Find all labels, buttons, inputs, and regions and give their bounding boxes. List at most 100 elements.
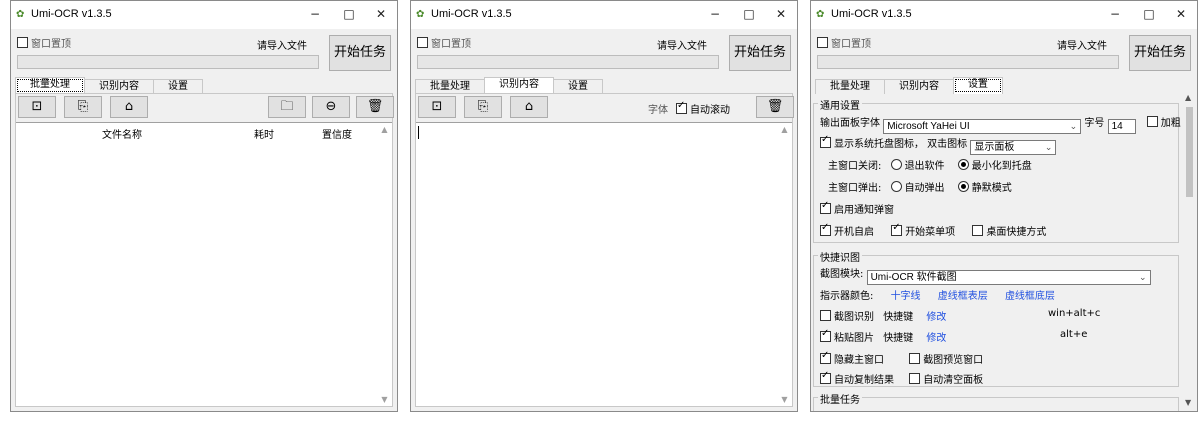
bold-checkbox[interactable]: 加粗 bbox=[1146, 116, 1181, 129]
maximize-button[interactable]: □ bbox=[739, 5, 759, 23]
capture-checkbox[interactable]: 截图识别 bbox=[820, 310, 874, 323]
radio-dot[interactable] bbox=[890, 181, 902, 192]
radio-dot[interactable] bbox=[890, 159, 902, 170]
checkbox-box[interactable] bbox=[17, 37, 28, 48]
checkbox-box[interactable] bbox=[909, 353, 921, 364]
checkbox-box[interactable] bbox=[909, 373, 921, 384]
scroll-down-icon[interactable]: ▼ bbox=[1185, 398, 1191, 407]
tray-action-select[interactable]: 显示面板 ⌄ bbox=[970, 140, 1057, 155]
add-image-button[interactable]: ⊡ bbox=[18, 96, 56, 118]
clear-text-button[interactable]: 🗑 bbox=[756, 96, 794, 118]
startmenu-checkbox[interactable]: 开始菜单项 bbox=[891, 222, 955, 238]
minimize-button[interactable]: − bbox=[705, 5, 725, 23]
vertical-scrollbar[interactable]: ▲ ▼ bbox=[377, 123, 392, 406]
close-button[interactable]: ✕ bbox=[771, 5, 791, 23]
tab-batch[interactable]: 批量处理 bbox=[415, 79, 485, 94]
auto-scroll-checkbox[interactable]: 自动滚动 bbox=[676, 100, 730, 116]
tab-result[interactable]: 识别内容 bbox=[484, 77, 554, 94]
checkbox-box[interactable] bbox=[417, 37, 428, 48]
tab-batch[interactable]: 批量处理 bbox=[15, 77, 85, 94]
font-label[interactable]: 字体 bbox=[648, 101, 668, 116]
vertical-scrollbar[interactable]: ▲ ▼ bbox=[777, 123, 792, 406]
checkbox-box[interactable] bbox=[820, 350, 831, 364]
checkbox-box[interactable] bbox=[820, 134, 831, 148]
radio-exit[interactable]: 退出软件 bbox=[890, 159, 945, 172]
chevron-down-icon[interactable]: ⌄ bbox=[1139, 271, 1147, 284]
add-image-button[interactable]: ⊡ bbox=[418, 96, 456, 118]
file-table[interactable]: 文件名称 耗时 置信度 ▲ ▼ bbox=[16, 122, 392, 406]
start-task-button[interactable]: 开始任务 bbox=[329, 35, 391, 71]
maximize-button[interactable]: □ bbox=[1139, 5, 1159, 23]
modify-paste-link[interactable]: 修改 bbox=[926, 333, 946, 344]
checkbox-box[interactable] bbox=[676, 100, 687, 114]
start-task-button[interactable]: 开始任务 bbox=[729, 35, 791, 71]
paste-button[interactable]: ⎘ bbox=[464, 96, 502, 118]
open-folder-button[interactable]: 🗀 bbox=[268, 96, 306, 118]
minimize-button[interactable]: − bbox=[1105, 5, 1125, 23]
checkbox-box[interactable] bbox=[1146, 116, 1158, 127]
auto-clear-checkbox[interactable]: 自动清空面板 bbox=[909, 373, 983, 386]
result-text-area[interactable]: ▲ ▼ bbox=[416, 122, 792, 406]
tab-settings[interactable]: 设置 bbox=[553, 79, 603, 94]
remove-item-button[interactable]: ⊖ bbox=[312, 96, 350, 118]
radio-dot[interactable] bbox=[957, 159, 969, 170]
paste-button[interactable]: ⎘ bbox=[64, 96, 102, 118]
auto-copy-checkbox[interactable]: 自动复制结果 bbox=[820, 370, 894, 386]
start-task-button[interactable]: 开始任务 bbox=[1129, 35, 1191, 71]
chevron-down-icon[interactable]: ⌄ bbox=[1045, 141, 1053, 154]
font-size-input[interactable]: 14 bbox=[1107, 119, 1136, 134]
modify-capture-link[interactable]: 修改 bbox=[926, 312, 946, 323]
pin-window-checkbox[interactable]: 窗口置顶 bbox=[817, 35, 871, 50]
tray-icon-checkbox[interactable]: 显示系统托盘图标， 双击图标 bbox=[820, 134, 967, 150]
chevron-down-icon[interactable]: ⌄ bbox=[1070, 120, 1078, 133]
link-dash-bottom[interactable]: 虚线框底层 bbox=[1005, 291, 1055, 302]
screenshot-button[interactable]: ⌂ bbox=[510, 96, 548, 118]
hide-main-checkbox[interactable]: 隐藏主窗口 bbox=[820, 350, 884, 366]
paste-checkbox[interactable]: 粘贴图片 bbox=[820, 328, 874, 344]
tab-result[interactable]: 识别内容 bbox=[884, 79, 954, 94]
column-time[interactable]: 耗时 bbox=[254, 126, 274, 141]
preview-checkbox[interactable]: 截图预览窗口 bbox=[909, 353, 983, 366]
checkbox-box[interactable] bbox=[817, 37, 828, 48]
close-button[interactable]: ✕ bbox=[1171, 5, 1191, 23]
scroll-down-icon[interactable]: ▼ bbox=[777, 395, 792, 404]
link-crosshair[interactable]: 十字线 bbox=[891, 291, 921, 302]
checkbox-box[interactable] bbox=[820, 370, 831, 384]
radio-auto-popup[interactable]: 自动弹出 bbox=[890, 181, 945, 194]
toolbar: ⊡ ⎘ ⌂ 字体 自动滚动 🗑 bbox=[416, 94, 794, 122]
pin-window-checkbox[interactable]: 窗口置顶 bbox=[417, 35, 471, 50]
desktop-shortcut-checkbox[interactable]: 桌面快捷方式 bbox=[972, 225, 1046, 238]
checkbox-box[interactable] bbox=[820, 222, 831, 236]
pin-window-checkbox[interactable]: 窗口置顶 bbox=[17, 35, 71, 50]
checkbox-box[interactable] bbox=[820, 310, 831, 321]
clear-list-button[interactable]: 🗑 bbox=[356, 96, 394, 118]
screenshot-button[interactable]: ⌂ bbox=[110, 96, 148, 118]
scroll-thumb[interactable] bbox=[1186, 107, 1193, 197]
maximize-button[interactable]: □ bbox=[339, 5, 359, 23]
minimize-button[interactable]: − bbox=[305, 5, 325, 23]
checkbox-box[interactable] bbox=[891, 222, 903, 236]
scroll-up-icon[interactable]: ▲ bbox=[777, 125, 792, 134]
settings-scrollbar[interactable]: ▲ ▼ bbox=[1182, 93, 1197, 407]
scroll-up-icon[interactable]: ▲ bbox=[1185, 93, 1191, 102]
column-confidence[interactable]: 置信度 bbox=[322, 126, 352, 141]
checkbox-box[interactable] bbox=[820, 328, 831, 342]
checkbox-box[interactable] bbox=[972, 225, 984, 236]
output-font-select[interactable]: Microsoft YaHei UI ⌄ bbox=[883, 119, 1082, 134]
tab-settings[interactable]: 设置 bbox=[953, 77, 1003, 94]
module-select[interactable]: Umi-OCR 软件截图 ⌄ bbox=[866, 270, 1151, 285]
tab-settings[interactable]: 设置 bbox=[153, 79, 203, 94]
scroll-up-icon[interactable]: ▲ bbox=[377, 125, 392, 134]
radio-dot[interactable] bbox=[957, 181, 969, 192]
radio-silent[interactable]: 静默模式 bbox=[957, 181, 1012, 194]
autostart-checkbox[interactable]: 开机自启 bbox=[820, 222, 874, 238]
close-button[interactable]: ✕ bbox=[371, 5, 391, 23]
tab-batch[interactable]: 批量处理 bbox=[815, 79, 885, 94]
link-dash-top[interactable]: 虚线框表层 bbox=[938, 291, 988, 302]
notify-checkbox[interactable]: 启用通知弹窗 bbox=[820, 200, 894, 216]
radio-minimize-tray[interactable]: 最小化到托盘 bbox=[957, 159, 1032, 172]
tab-result[interactable]: 识别内容 bbox=[84, 79, 154, 94]
checkbox-box[interactable] bbox=[820, 200, 831, 214]
scroll-down-icon[interactable]: ▼ bbox=[377, 395, 392, 404]
column-filename[interactable]: 文件名称 bbox=[102, 126, 142, 141]
